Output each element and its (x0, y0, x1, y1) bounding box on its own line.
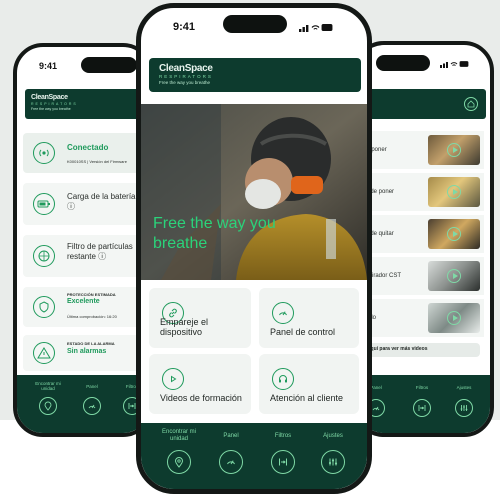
filter-row[interactable]: Filtro de partículas restante ⓘ (23, 235, 149, 277)
connection-detail: K00010SS | Versión del Firmware (67, 159, 127, 164)
tile-label: Atención al cliente (270, 393, 344, 403)
brand-header: CleanSpace RESPIRATORS Free the way you … (149, 58, 361, 92)
brand-subline: RESPIRATORS (31, 102, 78, 106)
nav-label: Filtros (274, 433, 292, 439)
alarm-title: ESTADO DE LA ALARMA (67, 341, 115, 346)
bottom-nav: Encontrar mi unidad Panel Filtros (17, 375, 149, 433)
signal-icon (33, 142, 55, 164)
phone-notch (81, 57, 137, 73)
protection-value: Excelente (67, 298, 100, 305)
more-videos-link[interactable]: clic aquí para ver más videos (358, 343, 480, 357)
customer-service-tile[interactable]: Atención al cliente (259, 354, 359, 414)
video-item[interactable]: fácil de poner (358, 173, 484, 211)
video-thumbnail (428, 219, 480, 249)
nav-label: Ajustes (323, 433, 343, 439)
center-phone: 9:41 CleanSpace RESPIRATORS Free the way… (136, 3, 372, 494)
brand-header: CleanSpace RESPIRATORS Free the way you … (25, 89, 149, 119)
video-item[interactable]: o de poner (358, 131, 484, 169)
video-item[interactable]: Respirador CST (358, 257, 484, 295)
play-icon (162, 368, 184, 390)
alarm-row: ESTADO DE LA ALARMA Sin alarmas (23, 335, 149, 371)
gauge-icon (83, 397, 101, 415)
settings-icon (455, 399, 473, 417)
nav-label: Ajustes (456, 385, 472, 390)
home-icon[interactable] (464, 97, 478, 111)
brand-logo: CleanSpace (159, 63, 213, 74)
video-item[interactable]: fácil de quitar (358, 215, 484, 253)
location-icon (39, 397, 57, 415)
shield-icon (33, 296, 55, 318)
nav-panel[interactable]: Panel (211, 429, 251, 474)
settings-icon (321, 450, 345, 474)
headset-icon (272, 368, 294, 390)
tile-label: Empareje el dispositivo (160, 317, 209, 337)
brand-tagline: Free the way you breathe (31, 107, 71, 111)
brand-tagline: Free the way you breathe (159, 80, 211, 85)
play-icon (447, 185, 461, 199)
nav-filters[interactable]: Filtros (408, 385, 436, 417)
video-item[interactable]: estado (358, 299, 484, 337)
brand-header (358, 89, 486, 119)
gauge-icon (219, 450, 243, 474)
last-check: Última comprobación: 16:20 (67, 314, 117, 319)
filter-label: Filtro de partículas restante ⓘ (67, 242, 133, 261)
play-icon (447, 311, 461, 325)
nav-label: Panel (86, 384, 98, 389)
status-time: 9:41 (173, 21, 196, 33)
phone-notch (223, 15, 287, 33)
warning-icon (33, 342, 55, 364)
bottom-nav: Encontrar mi unidad Panel Filtros Ajuste… (141, 423, 367, 489)
status-time: 9:41 (39, 61, 58, 71)
left-phone: 9:41 CleanSpace RESPIRATORS Free the way… (13, 43, 153, 437)
play-icon (447, 143, 461, 157)
play-icon (447, 269, 461, 283)
nav-label: Encontrar mi unidad (161, 429, 196, 442)
brand-subline: RESPIRATORS (159, 74, 213, 79)
nav-panel[interactable]: Panel (77, 381, 107, 415)
video-thumbnail (428, 261, 480, 291)
battery-label: Carga de la batería ⓘ (67, 192, 136, 211)
phone-notch (376, 55, 430, 71)
status-icons (440, 60, 470, 70)
training-videos-tile[interactable]: Videos de formación (149, 354, 251, 414)
connection-status: Conectado (67, 143, 109, 152)
bottom-nav: Panel Filtros Ajustes (358, 375, 490, 433)
nav-label: Panel (223, 433, 239, 439)
pair-device-tile[interactable]: Empareje el dispositivo (149, 288, 251, 348)
control-panel-tile[interactable]: Panel de control (259, 288, 359, 348)
video-thumbnail (428, 135, 480, 165)
brand-logo: CleanSpace (31, 94, 68, 101)
video-thumbnail (428, 177, 480, 207)
protection-title: PROTECCIÓN ESTIMADA (67, 292, 116, 297)
battery-icon (33, 193, 55, 215)
protection-row: PROTECCIÓN ESTIMADA Excelente Última com… (23, 287, 149, 327)
play-icon (447, 227, 461, 241)
connection-row[interactable]: Conectado K00010SS | Versión del Firmwar… (23, 133, 149, 173)
tile-label: Panel de control (270, 327, 336, 337)
battery-row[interactable]: Carga de la batería ⓘ (23, 183, 149, 225)
nav-find-unit[interactable]: Encontrar mi unidad (153, 429, 205, 474)
nav-settings[interactable]: Ajustes (313, 429, 353, 474)
nav-find-unit[interactable]: Encontrar mi unidad (29, 381, 67, 415)
filter-icon (271, 450, 295, 474)
nav-label: Filtros (415, 385, 429, 390)
filter-icon (33, 245, 55, 267)
nav-settings[interactable]: Ajustes (450, 385, 478, 417)
hero-tagline: Free the way you breathe (153, 215, 276, 252)
alarm-value: Sin alarmas (67, 348, 107, 355)
tile-label: Videos de formación (160, 393, 242, 403)
nav-label: Encontrar mi unidad (35, 381, 61, 392)
status-icons (299, 23, 333, 34)
hero-image: Free the way you breathe (141, 104, 367, 280)
right-phone: o de poner fácil de poner fácil de quita… (354, 41, 494, 437)
filter-icon (413, 399, 431, 417)
video-thumbnail (428, 303, 480, 333)
location-icon (167, 450, 191, 474)
gauge-icon (272, 302, 294, 324)
nav-filters[interactable]: Filtros (263, 429, 303, 474)
